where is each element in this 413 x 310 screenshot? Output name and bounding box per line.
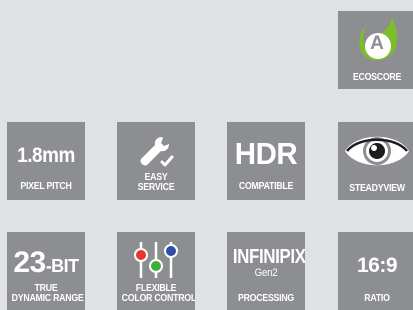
bit-depth-value: 23 [13, 246, 46, 279]
aspect-ratio-value: 16:9 [356, 254, 398, 277]
aspect-ratio-caption: RATIO [364, 293, 390, 304]
color-control-badge: FLEXIBLE COLOR CONTROL [117, 232, 195, 310]
easy-service-badge: EASY SERVICE [117, 122, 195, 200]
pixel-pitch-caption: PIXEL PITCH [20, 181, 72, 192]
color-control-line2: COLOR CONTROL [121, 293, 195, 304]
ecoscore-badge: A ECOSCORE [338, 11, 413, 89]
hdr-caption: COMPATIBLE [238, 181, 294, 192]
infinipix-value: INFINIPIX [232, 246, 305, 268]
hdr-value: HDR [234, 136, 298, 171]
ecoscore-letter: A [370, 33, 384, 54]
bit-depth-line2: DYNAMIC RANGE [11, 293, 84, 304]
color-sliders-icon [117, 240, 195, 280]
easy-service-line2: SERVICE [137, 182, 175, 193]
bit-depth-suffix: -BIT [45, 256, 80, 276]
bit-depth-heading: 23-BIT [7, 246, 85, 280]
steadyview-caption: STEADYVIEW [349, 183, 405, 194]
wrench-check-icon [117, 134, 195, 168]
pixel-pitch-value: 1.8mm [17, 144, 75, 167]
aspect-ratio-badge: 16:9 RATIO [338, 232, 413, 310]
steadyview-badge: STEADYVIEW [338, 122, 413, 200]
pixel-pitch-badge: 1.8mm PIXEL PITCH [7, 122, 85, 200]
bit-depth-badge: 23-BIT TRUE DYNAMIC RANGE [7, 232, 85, 310]
infinipix-caption: PROCESSING [237, 293, 295, 304]
eye-icon [338, 128, 413, 174]
ecoscore-caption: ECOSCORE [352, 72, 402, 83]
infinipix-badge: INFINIPIX Gen2 PROCESSING [227, 232, 305, 310]
hdr-badge: HDR COMPATIBLE [227, 122, 305, 200]
infinipix-sub: Gen2 [254, 267, 278, 279]
